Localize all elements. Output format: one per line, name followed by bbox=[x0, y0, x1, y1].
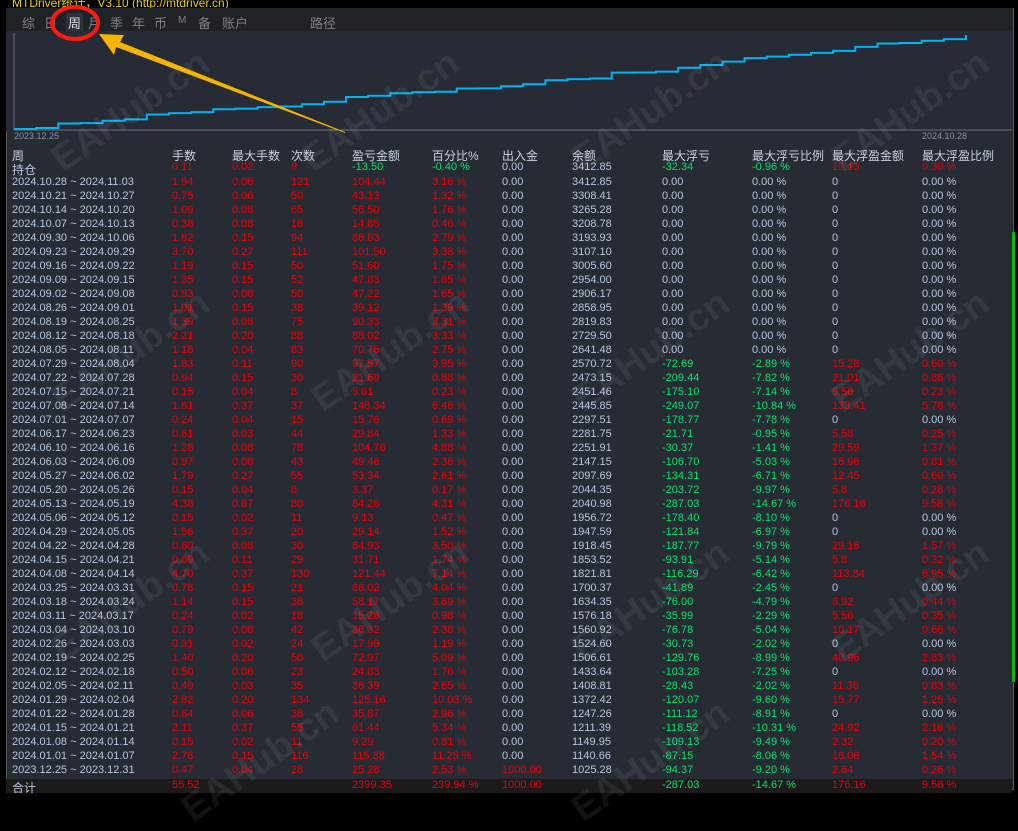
highlight-circle-annotation bbox=[50, 5, 100, 41]
arrow-annotation-icon bbox=[99, 34, 345, 133]
annotation-overlay bbox=[50, 5, 345, 133]
scrollbar[interactable] bbox=[1012, 232, 1015, 682]
